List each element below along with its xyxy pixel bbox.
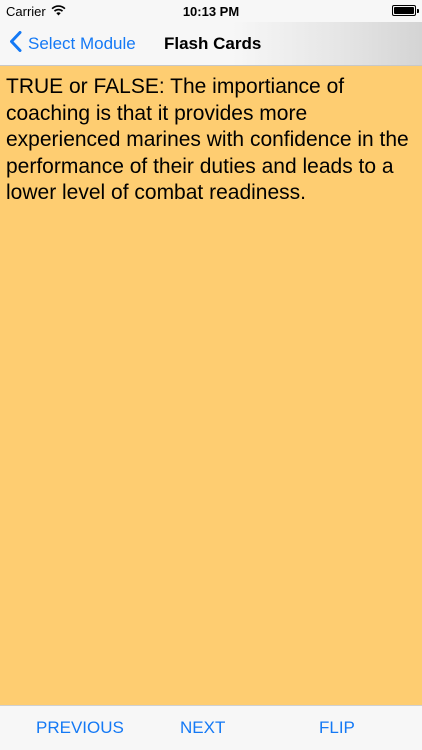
previous-button[interactable]: PREVIOUS	[36, 706, 124, 750]
navigation-bar: Select Module Flash Cards	[0, 22, 422, 66]
flash-card[interactable]: TRUE or FALSE: The importiance of coachi…	[0, 66, 422, 705]
battery-icon	[392, 5, 419, 16]
status-bar: Carrier 10:13 PM	[0, 0, 422, 22]
battery-level	[394, 7, 414, 14]
next-button[interactable]: NEXT	[180, 706, 225, 750]
flash-card-question: TRUE or FALSE: The importiance of coachi…	[6, 75, 409, 204]
chevron-left-icon	[10, 31, 28, 57]
flip-button[interactable]: FLIP	[319, 706, 355, 750]
bottom-toolbar: PREVIOUS NEXT FLIP	[0, 705, 422, 750]
back-button-label: Select Module	[28, 34, 136, 53]
status-time: 10:13 PM	[182, 4, 240, 19]
battery-nub	[417, 9, 419, 13]
page-title: Flash Cards	[164, 34, 262, 53]
back-button[interactable]: Select Module	[10, 22, 136, 66]
